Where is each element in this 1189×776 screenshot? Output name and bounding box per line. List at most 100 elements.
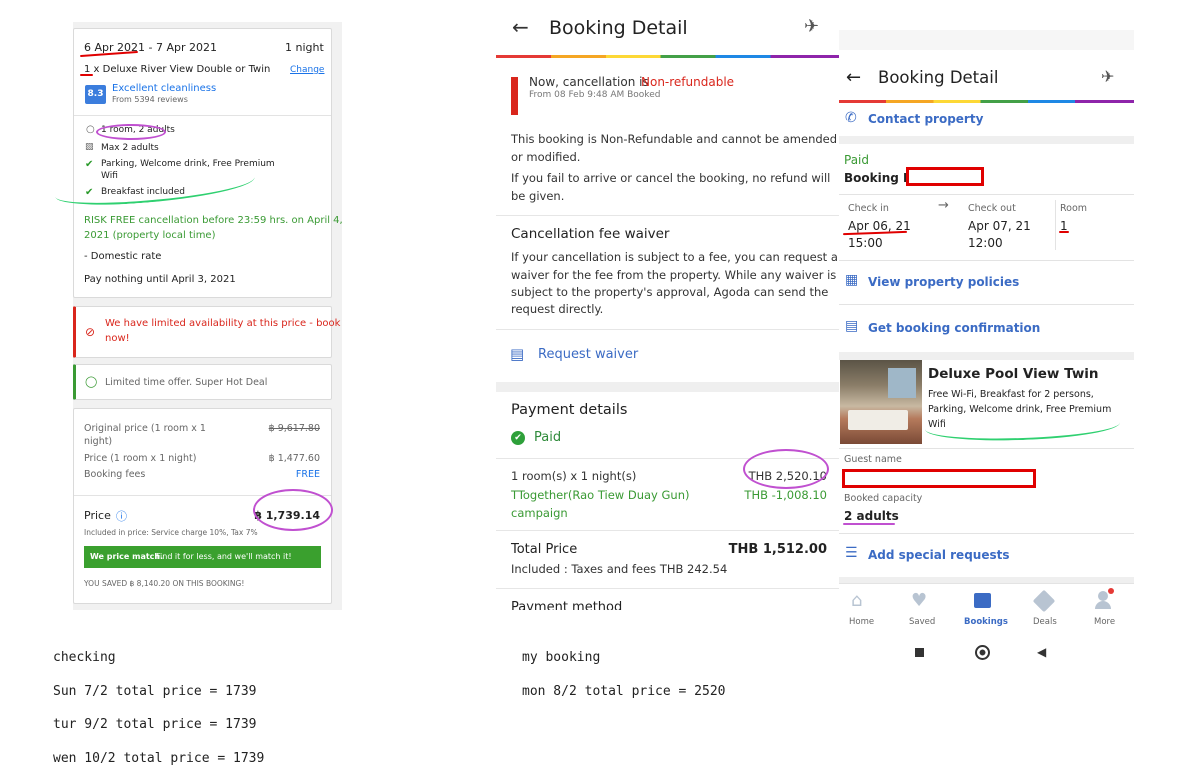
pink-marker-circle	[96, 124, 166, 140]
booking-detail-screen-phone: ← Booking Detail ✈ ✆ Contact property Pa…	[839, 30, 1134, 634]
divider	[496, 329, 839, 330]
cancellation-status: Non-refundable	[641, 75, 735, 89]
nav-label: Home	[849, 617, 875, 627]
taxes-included: Included : Taxes and fees THB 242.54	[511, 562, 728, 576]
saved-text: YOU SAVED ฿ 8,140.20 ON THIS BOOKING!	[84, 579, 245, 588]
room-label: Room	[1060, 203, 1088, 214]
home-icon: ⌂	[851, 590, 863, 611]
page-title: Booking Detail	[549, 17, 688, 39]
room-desc-1: Free Wi-Fi, Breakfast for 2 persons,	[928, 389, 1094, 400]
contact-property-button[interactable]: Contact property	[868, 112, 983, 126]
back-arrow-icon[interactable]: ←	[512, 15, 529, 39]
info-icon[interactable]: ⓘ	[116, 508, 127, 524]
arrow-right-icon: →	[938, 198, 949, 213]
person-icon	[1098, 591, 1108, 601]
nav-label: Deals	[1033, 617, 1057, 627]
booking-fees-label: Booking fees	[84, 469, 146, 480]
home-circle-icon[interactable]	[975, 645, 990, 660]
campaign-line-2: campaign	[511, 506, 568, 520]
phone-icon: ✆	[845, 110, 857, 126]
capacity-value: 2 adults	[844, 509, 899, 523]
red-marker-underline	[1059, 231, 1069, 233]
nav-more[interactable]: More	[1084, 584, 1128, 634]
included-in-price: Included in price: Service charge 10%, T…	[84, 528, 258, 537]
person-body	[1095, 601, 1111, 609]
checkin-label: Check in	[848, 203, 889, 214]
divider	[839, 448, 1134, 449]
nav-saved[interactable]: ♥ Saved	[901, 584, 945, 634]
limited-availability-card: ⊘ We have limited availability at this p…	[73, 306, 340, 358]
notes-line: wen 10/2 total price = 1739	[53, 751, 265, 766]
view-policies-button[interactable]: View property policies	[868, 275, 1019, 289]
paid-status: Paid	[844, 153, 870, 167]
checkout-time: 12:00	[968, 236, 1003, 250]
add-special-requests-button[interactable]: Add special requests	[868, 548, 1009, 562]
heart-icon: ♥	[911, 590, 928, 611]
section-divider	[496, 382, 839, 392]
price-value: ฿ 1,477.60	[268, 453, 320, 464]
waiver-line-1: If your cancellation is subject to a fee…	[511, 250, 838, 264]
plane-icon: ✈	[1101, 67, 1115, 86]
booking-detail-screen: ← Booking Detail ✈ Now, cancellation is …	[496, 0, 839, 610]
document-icon: ▤	[845, 318, 859, 334]
divider	[1055, 200, 1056, 250]
page-title: Booking Detail	[878, 68, 999, 87]
rainbow-divider	[496, 55, 839, 58]
pink-marker-circle	[743, 449, 829, 489]
get-confirmation-button[interactable]: Get booking confirmation	[868, 321, 1040, 335]
nonrefundable-line-2: or modified.	[511, 150, 581, 164]
redacted-guest-name	[842, 469, 1036, 488]
paid-check-icon: ✔	[511, 431, 525, 445]
notes-line: tur 9/2 total price = 1739	[53, 717, 257, 732]
cancellation-line-2: 2021 (property local time)	[84, 230, 216, 241]
nonrefundable-line-1: This booking is Non-Refundable and canno…	[511, 132, 838, 146]
check-icon: ✔	[85, 159, 94, 170]
person-icon: ○	[86, 124, 95, 135]
bottom-nav: ⌂ Home ♥ Saved Bookings Deals More	[839, 583, 1134, 633]
offer-text: Limited time offer. Super Hot Deal	[105, 377, 268, 388]
limited-line-2: now!	[105, 333, 130, 344]
recent-apps-icon[interactable]	[915, 648, 924, 657]
checkin-time: 15:00	[848, 236, 883, 250]
chat-icon: ▤	[510, 345, 525, 363]
waiver-line-2: waiver for the fee from the property. Wh…	[511, 268, 837, 282]
nav-bookings[interactable]: Bookings	[956, 584, 1010, 634]
suitcase-icon	[974, 593, 991, 608]
total-price-label: Total Price	[511, 542, 578, 557]
divider	[839, 260, 1134, 261]
guest-name-label: Guest name	[844, 454, 902, 465]
payment-method-title: Payment method	[511, 600, 623, 610]
rating-reviews: From 5394 reviews	[112, 95, 188, 104]
nav-deals[interactable]: Deals	[1024, 584, 1068, 634]
cancellation-now-label: Now, cancellation is	[529, 75, 649, 89]
people-icon: ▧	[85, 142, 94, 152]
payment-title: Payment details	[511, 402, 628, 418]
room-name: Deluxe Pool View Twin	[928, 366, 1099, 382]
notes-line: Sun 7/2 total price = 1739	[53, 684, 257, 699]
android-nav-bar: ◀	[830, 634, 1134, 672]
back-triangle-icon[interactable]: ◀	[1037, 645, 1046, 659]
campaign-value: THB -1,008.10	[744, 488, 827, 502]
total-price-value: THB 1,512.00	[728, 542, 827, 557]
back-arrow-icon[interactable]: ←	[846, 67, 861, 88]
notes-heading: my booking	[522, 650, 601, 665]
request-waiver-button[interactable]: Request waiver	[538, 347, 638, 362]
rating-label: Excellent cleanliness	[112, 83, 217, 94]
waiver-line-4: request directly.	[511, 302, 604, 316]
nonrefundable-line-3: If you fail to arrive or cancel the book…	[511, 171, 831, 185]
nav-home[interactable]: ⌂ Home	[839, 584, 883, 634]
divider	[496, 530, 839, 531]
total-price-label: Price	[84, 509, 111, 522]
section-divider	[839, 352, 1134, 360]
original-price-label-2: night)	[84, 436, 113, 447]
divider	[839, 194, 1134, 195]
pink-marker-circle	[253, 489, 333, 531]
waiver-line-3: subject to the property's approval, Agod…	[511, 285, 829, 299]
limited-line-1: We have limited availability at this pri…	[105, 318, 341, 329]
cancellation-from: From 08 Feb 9:48 AM Booked	[529, 90, 661, 100]
nav-label: Bookings	[964, 617, 1008, 627]
change-link[interactable]: Change	[290, 65, 324, 75]
stay-dates: 6 Apr 2021 - 7 Apr 2021	[84, 41, 217, 54]
original-price-value: ฿ 9,617.80	[268, 423, 320, 434]
checkout-label: Check out	[968, 203, 1016, 214]
